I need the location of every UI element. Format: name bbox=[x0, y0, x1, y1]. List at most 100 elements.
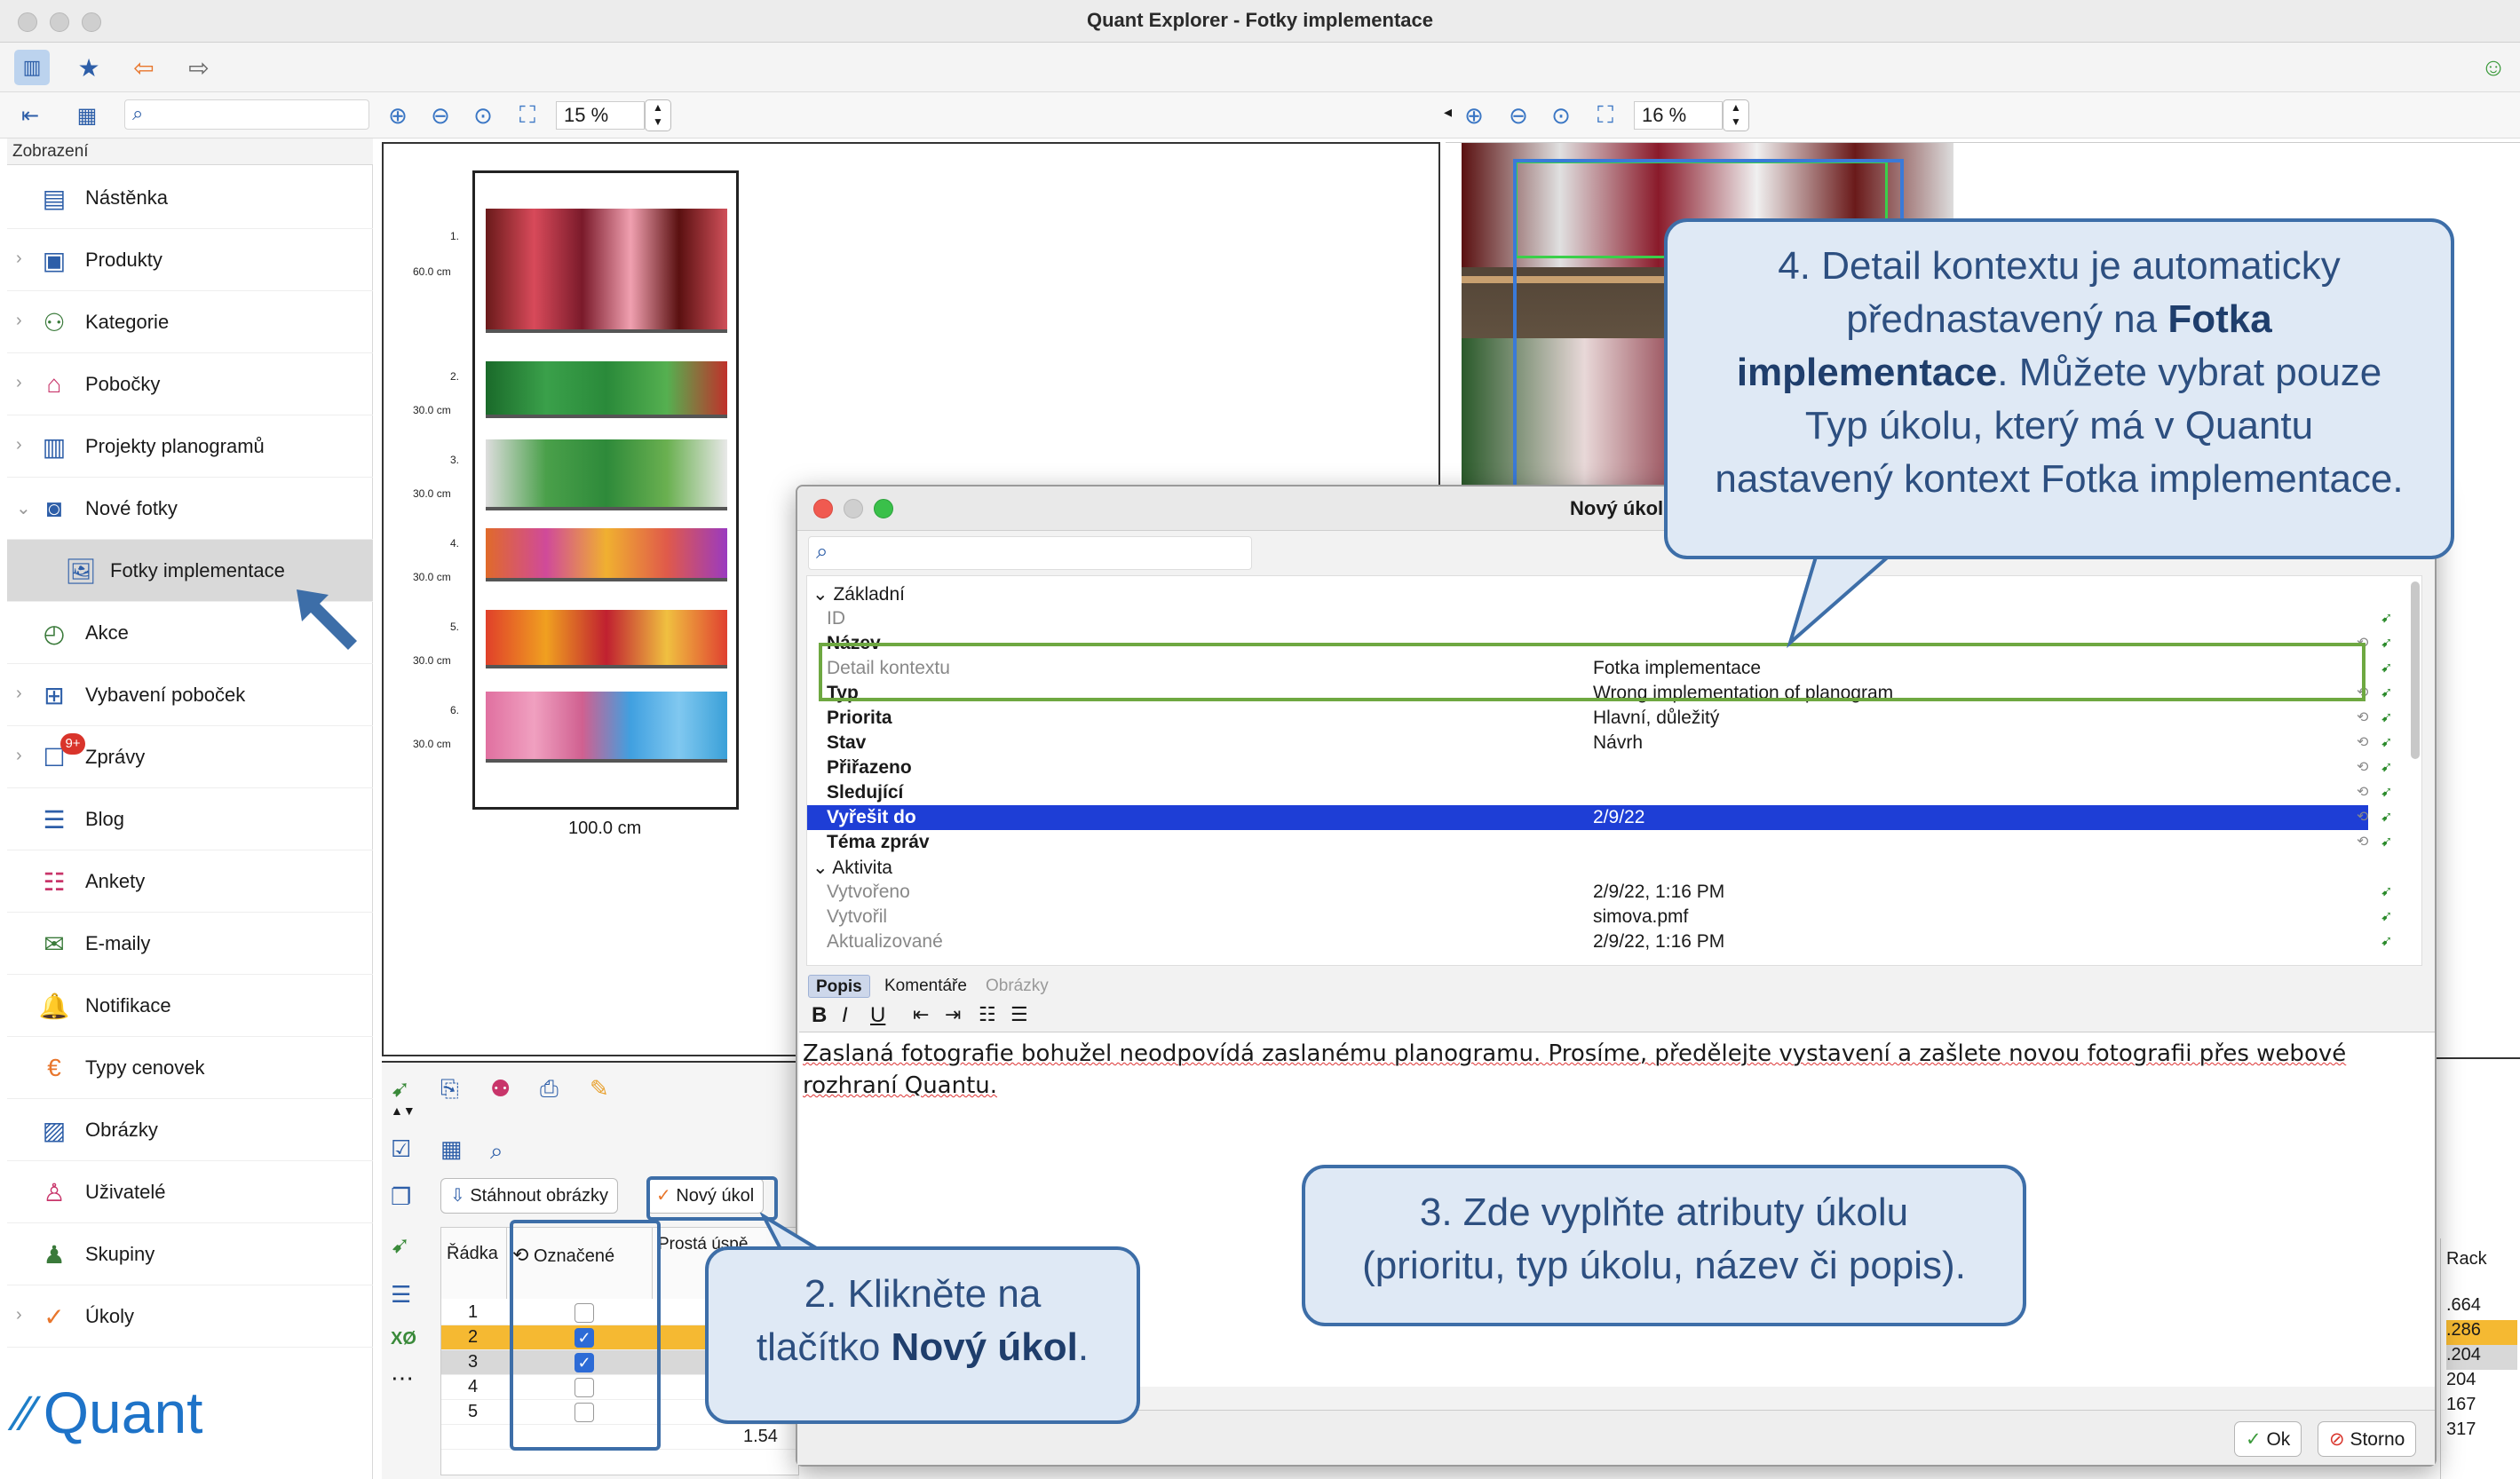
left-zoom-stepper[interactable]: ▲ ▼ bbox=[645, 99, 671, 131]
ok-button[interactable]: ✓ Ok bbox=[2234, 1421, 2302, 1457]
prop-followers[interactable]: Sledující ⟲ ➹ bbox=[807, 780, 2423, 805]
group-basic[interactable]: ⌄ Základní bbox=[807, 581, 2423, 606]
right-zoom-fit-icon[interactable]: ⛶ bbox=[1588, 98, 1623, 133]
cancel-button[interactable]: ⊘ Storno bbox=[2318, 1421, 2417, 1457]
reset-icon[interactable]: ⟲ bbox=[2357, 708, 2368, 726]
chevron-right-icon[interactable]: › bbox=[16, 1305, 22, 1325]
print-tool-icon[interactable]: ⎙ bbox=[540, 1075, 559, 1103]
sidebar-item-users[interactable]: ♙ Uživatelé bbox=[7, 1161, 373, 1223]
underline-icon[interactable]: U bbox=[870, 1003, 885, 1028]
reset-icon[interactable]: ⟲ bbox=[2357, 833, 2368, 850]
collapse-arrows-icon[interactable]: ▲▼ bbox=[391, 1103, 416, 1118]
right-zoom-in-icon[interactable]: ⊕ bbox=[1456, 98, 1492, 133]
reset-icon[interactable]: ⟲ bbox=[2357, 758, 2368, 776]
chevron-right-icon[interactable]: › bbox=[16, 249, 22, 269]
apply-icon[interactable]: ➹ bbox=[2381, 733, 2392, 751]
prop-id[interactable]: ID ➹ bbox=[807, 606, 2423, 631]
sidebar-item-stores[interactable]: › ⌂ Pobočky bbox=[7, 353, 373, 415]
reset-icon[interactable]: ⟲ bbox=[2357, 733, 2368, 751]
tab-comments[interactable]: Komentáře bbox=[877, 975, 974, 998]
sidebar-item-store-equipment[interactable]: › ⊞ Vybavení poboček bbox=[7, 664, 373, 726]
shelf-2[interactable] bbox=[486, 361, 727, 418]
chevron-right-icon[interactable]: › bbox=[16, 684, 22, 704]
apply-icon[interactable]: ➹ bbox=[2381, 783, 2392, 801]
select-all-icon[interactable]: ☑ bbox=[391, 1135, 411, 1163]
collapse-panel-icon[interactable]: ⇤ bbox=[12, 98, 48, 133]
back-arrow-icon[interactable]: ⇦ bbox=[126, 50, 162, 85]
shelf-3[interactable] bbox=[486, 439, 727, 510]
list-tool-icon[interactable]: ☰ bbox=[391, 1281, 411, 1309]
apply-icon[interactable]: ➹ bbox=[2381, 833, 2392, 850]
zoom-fit-icon[interactable]: ⛶ bbox=[510, 98, 545, 133]
prop-state[interactable]: Stav Návrh ⟲ ➹ bbox=[807, 731, 2423, 755]
apply-icon[interactable]: ➹ bbox=[2381, 708, 2392, 726]
reset-icon[interactable]: ⟲ bbox=[2357, 808, 2368, 826]
tab-description[interactable]: Popis bbox=[808, 975, 870, 998]
apply-icon[interactable]: ➹ bbox=[2381, 758, 2392, 776]
apply-icon[interactable]: ➹ bbox=[2381, 684, 2392, 701]
chevron-right-icon[interactable]: › bbox=[16, 373, 22, 393]
sidebar-item-surveys[interactable]: ☷ Ankety bbox=[7, 850, 373, 913]
sidebar-item-images[interactable]: ▨ Obrázky bbox=[7, 1099, 373, 1161]
chevron-right-icon[interactable]: › bbox=[16, 435, 22, 455]
apply-icon[interactable]: ➹ bbox=[2381, 634, 2392, 652]
sidebar-item-blog[interactable]: ☰ Blog bbox=[7, 788, 373, 850]
sidebar-item-notifications[interactable]: 🔔 Notifikace bbox=[7, 975, 373, 1037]
prop-value[interactable]: Hlavní, důležitý bbox=[1593, 708, 1719, 729]
dialog-search-input[interactable]: ⌕ bbox=[808, 536, 1252, 570]
sidebar-item-tasks[interactable]: › ✓ Úkoly bbox=[7, 1285, 373, 1348]
shelf-1[interactable] bbox=[486, 209, 727, 333]
apply-icon[interactable]: ➹ bbox=[2381, 907, 2392, 925]
prop-value[interactable]: 2/9/22 bbox=[1593, 807, 1644, 828]
table-settings-icon[interactable]: ▦ bbox=[69, 98, 105, 133]
copy-icon[interactable]: ❐ bbox=[391, 1183, 411, 1211]
sidebar-item-groups[interactable]: ♟ Skupiny bbox=[7, 1223, 373, 1285]
feedback-smiley-icon[interactable]: ☺ bbox=[2476, 50, 2511, 85]
prop-value[interactable]: Návrh bbox=[1593, 732, 1643, 754]
bold-icon[interactable]: B bbox=[812, 1003, 827, 1028]
forward-arrow-icon[interactable]: ⇨ bbox=[181, 50, 217, 85]
numbered-list-icon[interactable]: ☷ bbox=[979, 1003, 996, 1026]
apply-icon[interactable]: ➹ bbox=[2381, 882, 2392, 900]
zoom-out-icon[interactable]: ⊖ bbox=[423, 98, 458, 133]
sidebar-item-products[interactable]: › ▣ Produkty bbox=[7, 229, 373, 291]
shelf-5[interactable] bbox=[486, 610, 727, 668]
prop-priority[interactable]: Priorita Hlavní, důležitý ⟲ ➹ bbox=[807, 706, 2423, 731]
outdent-icon[interactable]: ⇤ bbox=[913, 1003, 929, 1026]
excel-export-icon[interactable]: XØ bbox=[391, 1329, 416, 1349]
more-options-icon[interactable]: ⋯ bbox=[391, 1364, 414, 1392]
chevron-right-icon[interactable]: › bbox=[16, 311, 22, 331]
left-zoom-field[interactable]: 15 % bbox=[556, 101, 645, 130]
column-header-rack[interactable]: Rack bbox=[2446, 1249, 2487, 1269]
sidebar-search-input[interactable]: ⌕ bbox=[124, 99, 369, 130]
pane-divider-arrow-icon[interactable]: ◂ bbox=[1444, 103, 1452, 122]
apply-icon[interactable]: ➹ bbox=[2381, 659, 2392, 676]
sidebar-item-dashboard[interactable]: ▤ Nástěnka bbox=[7, 167, 373, 229]
right-zoom-field[interactable]: 16 % bbox=[1634, 101, 1723, 130]
cursor-tool-icon[interactable]: ➹ bbox=[391, 1075, 410, 1103]
bullet-list-icon[interactable]: ☰ bbox=[1010, 1003, 1028, 1026]
prop-message-topic[interactable]: Téma zpráv ⟲ ➹ bbox=[807, 830, 2423, 855]
user-tool-icon[interactable]: ⚉ bbox=[490, 1075, 511, 1103]
sidebar-item-new-photos[interactable]: ⌄ ◙ Nové fotky bbox=[7, 478, 373, 540]
prop-updated[interactable]: Aktualizované 2/9/22, 1:16 PM ➹ bbox=[807, 929, 2423, 954]
shelf-6[interactable] bbox=[486, 692, 727, 763]
zoom-in-icon[interactable]: ⊕ bbox=[380, 98, 416, 133]
prop-author[interactable]: Vytvořil simova.pmf ➹ bbox=[807, 905, 2423, 929]
sidebar-item-categories[interactable]: › ⚇ Kategorie bbox=[7, 291, 373, 353]
dialog-close-button[interactable] bbox=[813, 499, 833, 518]
properties-scrollbar[interactable] bbox=[2411, 581, 2420, 759]
indent-icon[interactable]: ⇥ bbox=[945, 1003, 961, 1026]
dialog-minimize-button[interactable] bbox=[844, 499, 863, 518]
tag-tool-icon[interactable]: ✎ bbox=[590, 1075, 609, 1103]
grid-settings-icon[interactable]: ▦ bbox=[440, 1135, 463, 1163]
sidebar-item-messages[interactable]: › ☐ 9+ Zprávy bbox=[7, 726, 373, 788]
prop-assigned[interactable]: Přiřazeno ⟲ ➹ bbox=[807, 755, 2423, 780]
sidebar-item-planogram-projects[interactable]: › ▥ Projekty planogramů bbox=[7, 415, 373, 478]
chevron-right-icon[interactable]: › bbox=[16, 746, 22, 766]
column-header-row[interactable]: Řádka bbox=[441, 1228, 507, 1299]
prop-created[interactable]: Vytvořeno 2/9/22, 1:16 PM ➹ bbox=[807, 880, 2423, 905]
favorite-star-icon[interactable]: ★ bbox=[71, 50, 107, 85]
export-tool-icon[interactable]: ⎘ bbox=[440, 1075, 459, 1103]
pointer-tool-icon[interactable]: ➹ bbox=[391, 1231, 410, 1259]
